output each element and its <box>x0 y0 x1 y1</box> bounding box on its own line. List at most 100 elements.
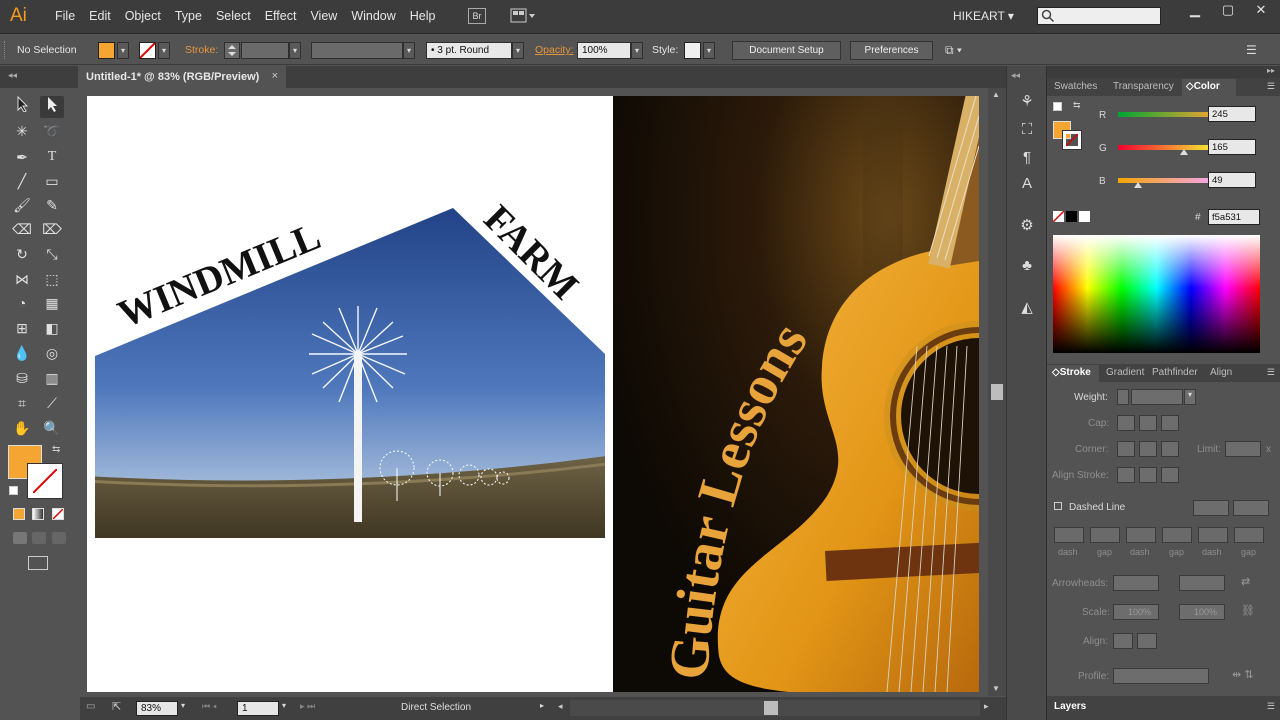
hand-tool-icon[interactable]: ✋ <box>10 417 34 439</box>
stroke-swatch[interactable] <box>139 42 156 59</box>
align-dash-button[interactable] <box>1233 500 1269 516</box>
b-value-field[interactable]: 49 <box>1208 172 1256 188</box>
selection-tool-icon[interactable] <box>10 95 34 118</box>
scroll-up-icon[interactable]: ▲ <box>992 90 1000 99</box>
stroke-weight-dropdown[interactable]: ▾ <box>289 42 301 59</box>
symbol-sprayer-tool-icon[interactable]: ⛁ <box>10 367 34 389</box>
vertical-scrollbar[interactable]: ▲ ▼ <box>988 88 1006 696</box>
artboard-tool-icon[interactable]: ⌗ <box>10 392 34 414</box>
variable-width-dropdown[interactable]: ▾ <box>403 42 415 59</box>
grip-handle[interactable] <box>4 41 7 59</box>
brush-dropdown[interactable]: ▾ <box>512 42 524 59</box>
pen-tool-icon[interactable]: ✒ <box>10 146 34 168</box>
dashed-line-checkbox[interactable] <box>1054 502 1062 510</box>
document-setup-button[interactable]: Document Setup <box>732 41 841 60</box>
stroke-stepper[interactable] <box>224 42 240 59</box>
menu-effect[interactable]: Effect <box>258 9 304 23</box>
h-scroll-thumb[interactable] <box>764 701 778 715</box>
r-value-field[interactable]: 245 <box>1208 106 1256 122</box>
weight-stepper[interactable] <box>1117 389 1129 405</box>
line-segment-tool-icon[interactable]: ╱ <box>10 170 34 192</box>
arrow-place-button[interactable] <box>1137 633 1157 649</box>
close-window-button[interactable]: ✕ <box>1246 2 1276 18</box>
search-input[interactable] <box>1037 7 1161 25</box>
perspective-grid-tool-icon[interactable]: ▦ <box>40 292 64 314</box>
transform-icon[interactable]: ⛶ <box>1017 120 1037 140</box>
gap-field-1[interactable] <box>1090 527 1120 543</box>
artboard[interactable]: WINDMILL FARM Guitar Lessons <box>87 96 979 692</box>
limit-field[interactable] <box>1225 441 1261 457</box>
menu-view[interactable]: View <box>303 9 344 23</box>
tab-pathfinder[interactable]: Pathfinder <box>1152 367 1198 378</box>
stroke-color-box[interactable] <box>27 463 63 499</box>
fill-dropdown[interactable]: ▾ <box>117 42 129 59</box>
none-mode-icon[interactable] <box>52 508 64 520</box>
hex-field[interactable]: f5a531 <box>1208 209 1260 225</box>
export-icon[interactable]: ⇱ <box>112 700 121 713</box>
swap-fill-stroke-icon[interactable]: ⇆ <box>52 444 60 455</box>
arrange-documents-button[interactable] <box>510 8 536 24</box>
stroke-panel-menu-icon[interactable]: ☰ <box>1267 367 1275 378</box>
swap-arrowheads-icon[interactable]: ⇄ <box>1241 575 1250 588</box>
gradient-tool-icon[interactable]: ◧ <box>40 317 64 339</box>
swap-icon[interactable]: ⇆ <box>1073 100 1081 111</box>
character-icon[interactable]: A <box>1017 174 1037 194</box>
opacity-label[interactable]: Opacity: <box>535 44 574 56</box>
b-slider[interactable] <box>1118 178 1220 188</box>
gpu-icon[interactable]: ▭ <box>86 701 95 712</box>
width-tool-icon[interactable]: ⋈ <box>10 268 34 290</box>
color-spectrum[interactable] <box>1053 235 1260 353</box>
dock-collapse-icon[interactable]: ▸▸ <box>1267 66 1275 75</box>
menu-object[interactable]: Object <box>118 9 168 23</box>
round-join-button[interactable] <box>1139 441 1157 457</box>
white-swatch[interactable] <box>1079 211 1090 222</box>
collapse-panels-icon[interactable]: ◂◂ <box>1011 70 1020 81</box>
scale-tool-icon[interactable]: ⤡ <box>40 243 64 265</box>
layers-panel-menu-icon[interactable]: ☰ <box>1267 701 1275 712</box>
tab-transparency[interactable]: Transparency <box>1113 81 1174 92</box>
butt-cap-button[interactable] <box>1117 415 1135 431</box>
dash-field-1[interactable] <box>1054 527 1084 543</box>
tab-color[interactable]: ◇Color <box>1186 81 1220 92</box>
weight-field[interactable] <box>1131 389 1183 405</box>
projecting-cap-button[interactable] <box>1161 415 1179 431</box>
gradient-mode-icon[interactable] <box>32 508 44 520</box>
scroll-thumb[interactable] <box>991 384 1003 400</box>
menu-window[interactable]: Window <box>344 9 402 23</box>
dash-field-2[interactable] <box>1126 527 1156 543</box>
artboard-dropdown-icon[interactable]: ▾ <box>282 701 286 710</box>
align-center-button[interactable] <box>1117 467 1135 483</box>
artboard-number-field[interactable]: 1 <box>237 701 279 716</box>
r-slider[interactable] <box>1118 112 1220 122</box>
zoom-field[interactable]: 83% <box>136 701 178 716</box>
link-scale-icon[interactable]: ⛓ <box>1241 604 1255 617</box>
slice-tool-icon[interactable]: ⟋ <box>40 392 64 414</box>
screen-mode-icon[interactable] <box>28 556 48 570</box>
gap-field-3[interactable] <box>1234 527 1264 543</box>
bevel-join-button[interactable] <box>1161 441 1179 457</box>
scroll-right-icon[interactable]: ▸ <box>984 701 989 712</box>
start-arrowhead-select[interactable] <box>1113 575 1159 591</box>
draw-inside-icon[interactable] <box>52 532 66 544</box>
scroll-down-icon[interactable]: ▼ <box>992 684 1000 693</box>
tab-swatches[interactable]: Swatches <box>1054 81 1097 92</box>
type-tool-icon[interactable]: T <box>40 146 64 168</box>
panel-menu-icon[interactable]: ☰ <box>1246 43 1257 57</box>
pencil-tool-icon[interactable]: ✎ <box>40 194 64 216</box>
zoom-dropdown-icon[interactable]: ▾ <box>181 701 185 710</box>
round-cap-button[interactable] <box>1139 415 1157 431</box>
gap-field-2[interactable] <box>1162 527 1192 543</box>
brush-definition[interactable]: • 3 pt. Round <box>426 42 512 59</box>
menu-help[interactable]: Help <box>403 9 443 23</box>
menu-edit[interactable]: Edit <box>82 9 118 23</box>
align-outside-button[interactable] <box>1161 467 1179 483</box>
end-arrowhead-select[interactable] <box>1179 575 1225 591</box>
color-panel-menu-icon[interactable]: ☰ <box>1267 81 1275 92</box>
opacity-field[interactable]: 100% <box>577 42 631 59</box>
menu-file[interactable]: File <box>48 9 82 23</box>
default-fill-stroke-icon[interactable] <box>1053 102 1062 111</box>
blend-tool-icon[interactable]: ◎ <box>40 342 64 364</box>
scroll-left-icon[interactable]: ◂ <box>558 701 563 712</box>
menu-select[interactable]: Select <box>209 9 258 23</box>
symbols-icon[interactable]: ♣ <box>1017 256 1037 276</box>
